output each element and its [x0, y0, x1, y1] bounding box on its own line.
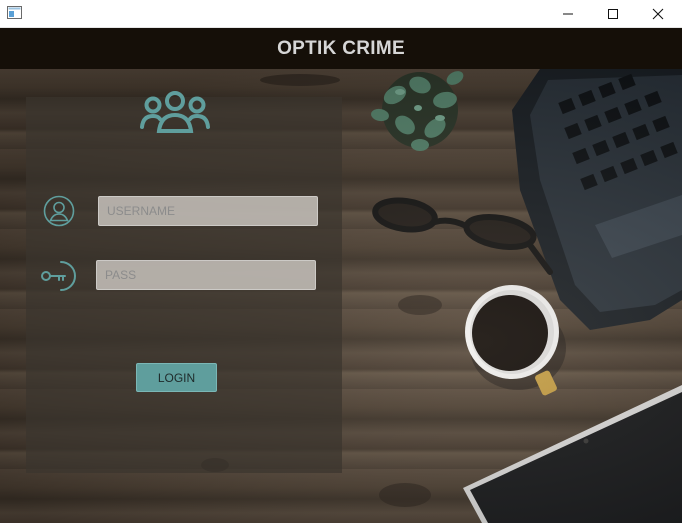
user-circle-icon: [43, 195, 75, 227]
app-window-icon: [7, 6, 22, 19]
users-group-icon: [140, 91, 210, 133]
login-button-label: LOGIN: [157, 370, 196, 385]
app-title: OPTIK CRIME: [277, 37, 405, 59]
tablet-image: [463, 385, 682, 523]
coffee-cup-image: [465, 285, 566, 396]
plant-image: [371, 71, 464, 151]
password-input[interactable]: [96, 260, 316, 290]
minimize-icon: [562, 13, 573, 14]
maximize-icon: [607, 8, 618, 19]
glasses-image: [372, 197, 553, 275]
key-icon: [41, 261, 76, 291]
window-titlebar: [0, 0, 682, 28]
maximize-button[interactable]: [590, 0, 635, 27]
close-button[interactable]: [635, 0, 680, 27]
minimize-button[interactable]: [545, 0, 590, 27]
app-header: OPTIK CRIME: [0, 28, 682, 69]
login-button[interactable]: LOGIN: [136, 363, 217, 392]
username-input[interactable]: [98, 196, 318, 226]
close-icon: [652, 8, 663, 19]
laptop-image: [512, 69, 682, 330]
